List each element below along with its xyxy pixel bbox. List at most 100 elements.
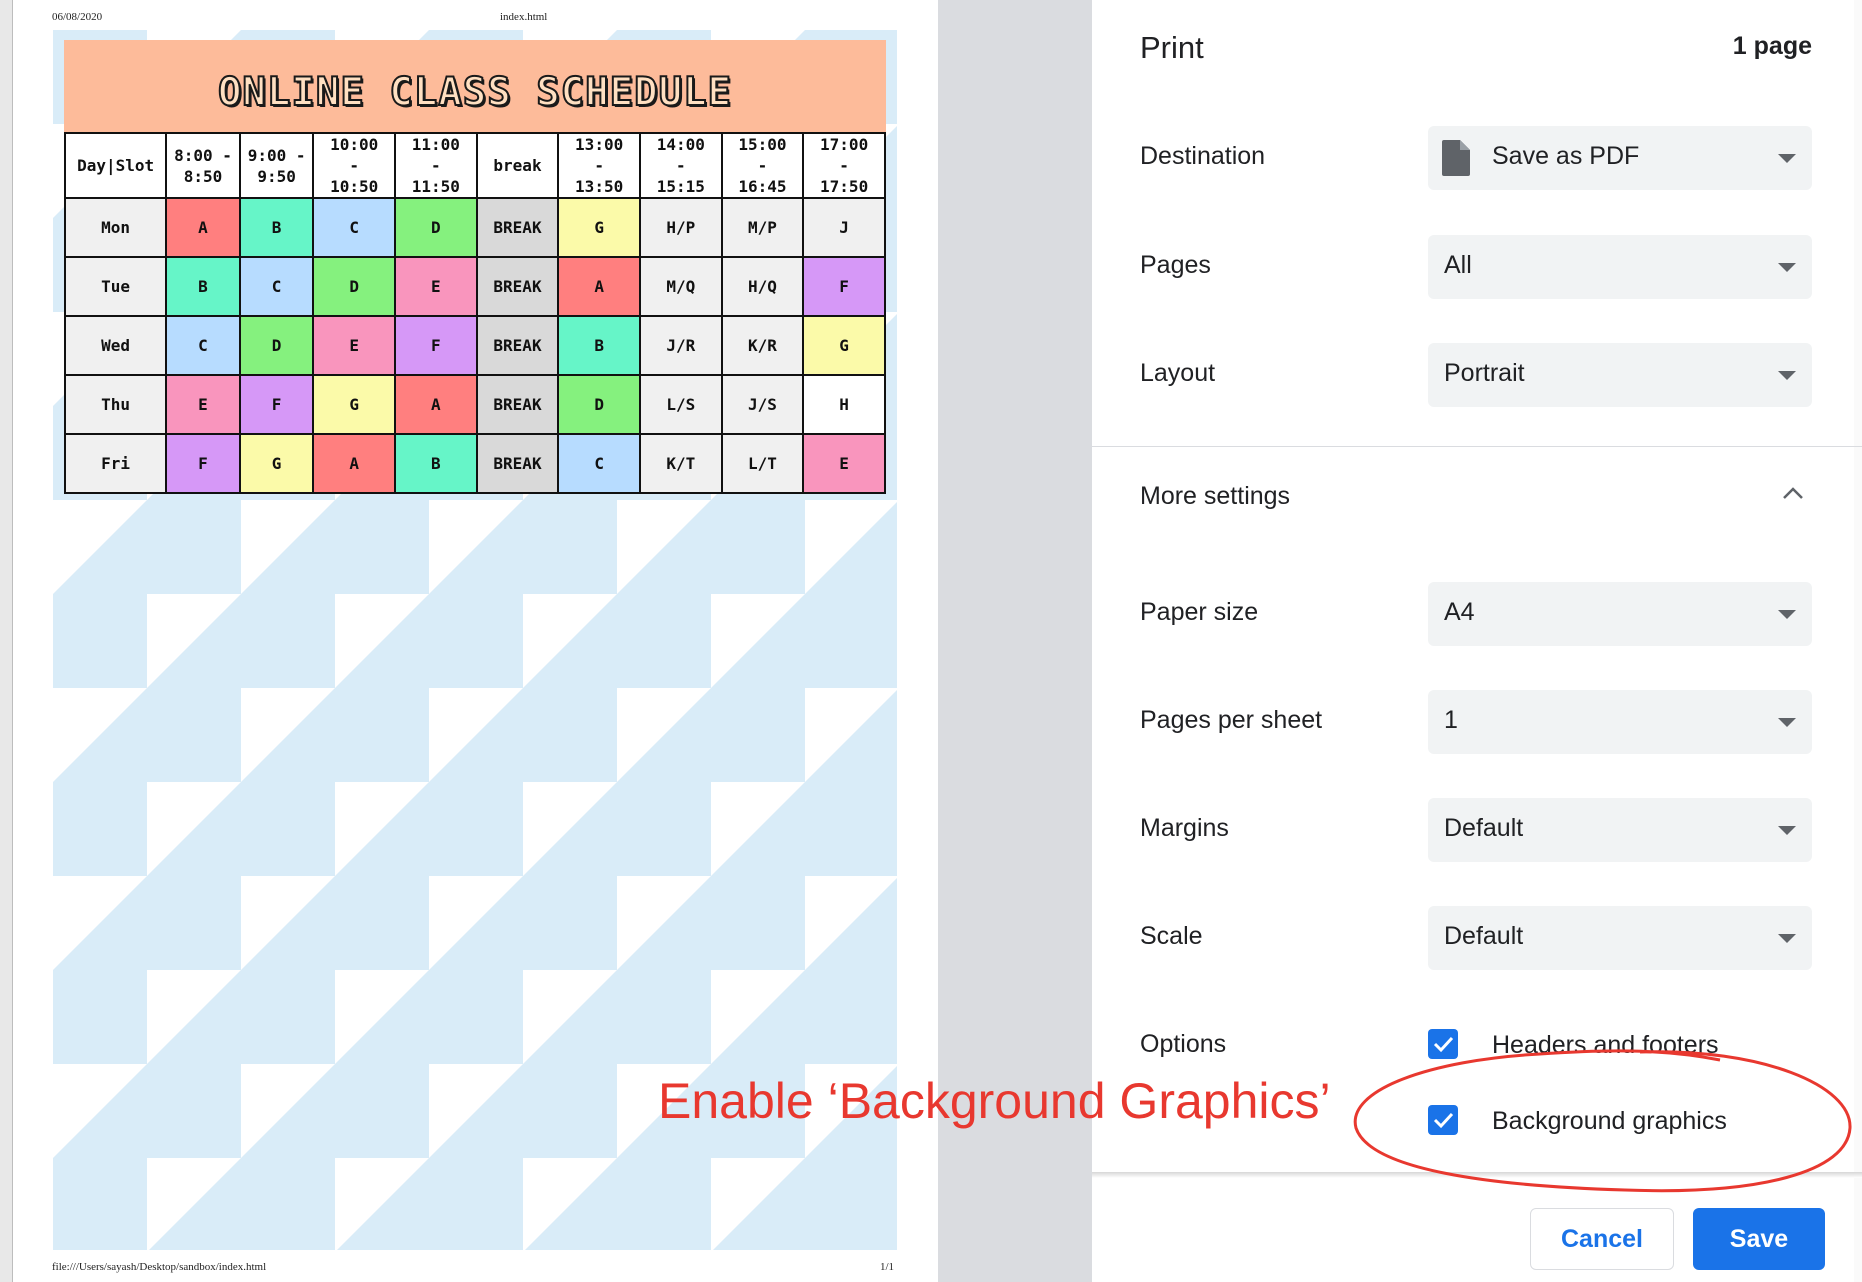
file-icon <box>1442 140 1470 176</box>
slot-cell: D <box>557 374 641 435</box>
cancel-button[interactable]: Cancel <box>1530 1208 1674 1270</box>
pages-value: All <box>1444 251 1472 279</box>
slot-cell: M/P <box>720 197 805 258</box>
column-header: 11:00 - 11:50 <box>394 132 478 199</box>
save-button[interactable]: Save <box>1693 1208 1825 1270</box>
pattern-triangle <box>523 594 617 688</box>
day-cell: Tue <box>63 256 168 317</box>
column-header: 17:00 - 17:50 <box>802 132 886 199</box>
pages-per-sheet-label: Pages per sheet <box>1140 706 1323 734</box>
chevron-up-icon[interactable] <box>1782 486 1804 500</box>
slot-cell: D <box>238 315 315 376</box>
schedule-body: Mon A B C D BREAK G H/P M/P J Tue B C D E BREAK A M/Q H/Q F… <box>63 197 886 494</box>
pattern-triangle <box>53 1064 147 1158</box>
schedule-banner: ONLINE CLASS SCHEDULE <box>64 40 886 132</box>
pattern-triangle <box>805 690 897 782</box>
slot-cell: H/Q <box>720 256 805 317</box>
column-header: 15:00 - 16:45 <box>720 132 805 199</box>
column-header: 13:00 - 13:50 <box>557 132 641 199</box>
paper-size-select[interactable]: A4 <box>1428 582 1812 646</box>
pattern-triangle <box>523 782 617 876</box>
margins-label: Margins <box>1140 814 1229 842</box>
day-cell: Thu <box>63 374 168 435</box>
chevron-down-icon <box>1778 610 1796 619</box>
table-row: Tue B C D E BREAK A M/Q H/Q F <box>63 256 886 317</box>
slot-cell: C <box>557 433 641 494</box>
pattern-square <box>805 1158 897 1250</box>
pattern-triangle <box>335 782 429 876</box>
more-settings-toggle[interactable]: More settings <box>1140 482 1290 511</box>
preview-edge <box>0 0 13 1282</box>
slot-cell: F <box>165 433 241 494</box>
pattern-triangle <box>617 500 711 594</box>
pattern-triangle <box>335 594 429 688</box>
slot-cell: D <box>312 256 397 317</box>
slot-cell: E <box>394 256 478 317</box>
table-row: Mon A B C D BREAK G H/P M/P J <box>63 197 886 258</box>
slot-cell: E <box>312 315 397 376</box>
slot-cell: G <box>312 374 397 435</box>
pattern-triangle <box>429 1064 523 1158</box>
pattern-triangle <box>149 1158 241 1250</box>
footer-page-number: 1/1 <box>880 1261 895 1273</box>
slot-cell: C <box>165 315 241 376</box>
slot-cell: BREAK <box>475 374 560 435</box>
pattern-triangle <box>241 500 335 594</box>
pattern-triangle <box>147 970 241 1064</box>
pattern-square <box>53 594 147 688</box>
chevron-down-icon <box>1778 263 1796 272</box>
slot-cell: B <box>557 315 641 376</box>
slot-cell: B <box>165 256 241 317</box>
footer-url: file:///Users/sayash/Desktop/sandbox/ind… <box>52 1261 267 1273</box>
column-header: Day|Slot <box>63 132 168 199</box>
slot-cell: G <box>238 433 315 494</box>
slot-cell: J/S <box>720 374 805 435</box>
pattern-triangle <box>617 876 711 970</box>
destination-select[interactable]: Save as PDF <box>1428 126 1812 190</box>
day-cell: Wed <box>63 315 168 376</box>
divider <box>1092 446 1862 447</box>
pattern-triangle <box>525 1158 617 1250</box>
slot-cell: F <box>394 315 478 376</box>
pattern-triangle <box>147 782 241 876</box>
pattern-triangle <box>241 688 335 782</box>
scale-label: Scale <box>1140 922 1203 950</box>
paper-size-label: Paper size <box>1140 598 1259 626</box>
pattern-square <box>53 970 147 1064</box>
chevron-down-icon <box>1778 934 1796 943</box>
scale-value: Default <box>1444 922 1524 950</box>
slot-cell: G <box>557 197 641 258</box>
pattern-triangle <box>429 876 523 970</box>
slot-cell: BREAK <box>475 197 560 258</box>
slot-cell: M/Q <box>638 256 723 317</box>
pattern-square <box>617 1158 711 1250</box>
slot-cell: E <box>165 374 241 435</box>
column-header: 10:00 - 10:50 <box>312 132 397 199</box>
layout-select[interactable]: Portrait <box>1428 343 1812 407</box>
table-row: Wed C D E F BREAK B J/R K/R G <box>63 315 886 376</box>
column-header: 8:00 - 8:50 <box>165 132 241 199</box>
pattern-triangle <box>805 502 897 594</box>
slot-cell: J <box>802 197 886 258</box>
slot-cell: F <box>802 256 886 317</box>
pages-per-sheet-select[interactable]: 1 <box>1428 690 1812 754</box>
pattern-triangle <box>337 1158 429 1250</box>
slot-cell: E <box>802 433 886 494</box>
chevron-down-icon <box>1778 826 1796 835</box>
annotation-text: Enable ‘Background Graphics’ <box>658 1073 1331 1129</box>
schedule-title: ONLINE CLASS SCHEDULE <box>217 69 733 116</box>
slot-cell: H/P <box>638 197 723 258</box>
slot-cell: D <box>394 197 478 258</box>
slot-cell: BREAK <box>475 315 560 376</box>
pattern-triangle <box>523 970 617 1064</box>
pattern-square <box>53 1158 147 1250</box>
schedule-table: Day|Slot 8:00 - 8:50 9:00 - 9:50 10:00 - 10… <box>63 132 886 494</box>
pages-select[interactable]: All <box>1428 235 1812 299</box>
annotation-ellipse <box>1353 1049 1852 1193</box>
options-label: Options <box>1140 1030 1227 1058</box>
slot-cell: B <box>238 197 315 258</box>
dialog-title: Print <box>1140 30 1204 65</box>
margins-select[interactable]: Default <box>1428 798 1812 862</box>
scale-select[interactable]: Default <box>1428 906 1812 970</box>
destination-value: Save as PDF <box>1492 142 1640 170</box>
